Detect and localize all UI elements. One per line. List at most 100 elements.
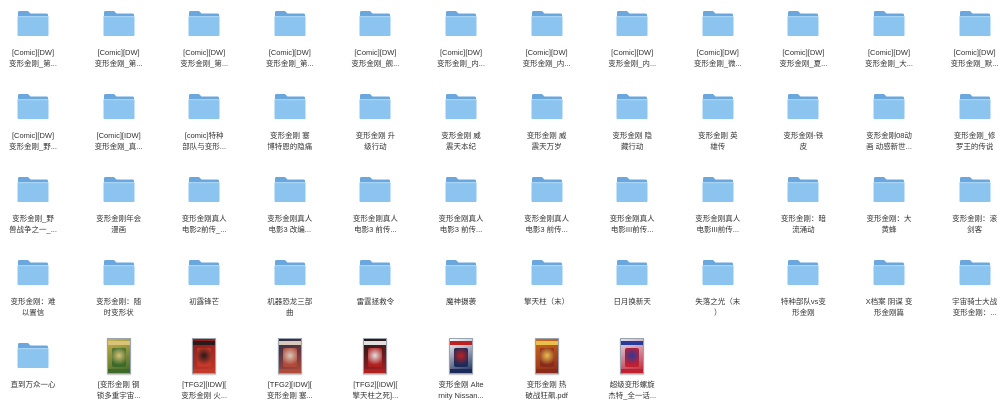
folder-item[interactable]: 变形金刚：难 以置信 — [0, 253, 73, 337]
folder-item[interactable]: [comic]特种 部队与变形... — [164, 87, 244, 171]
pdf-file-item[interactable]: [变形金刚 钢 锁多重宇宙... — [79, 336, 159, 420]
item-label: 直到万众一心 — [10, 380, 56, 389]
folder-item[interactable]: 变形金刚08动 画 动感新世... — [849, 87, 929, 171]
pdf-thumbnail-icon — [358, 338, 392, 374]
folder-item[interactable]: 日月换新天 — [592, 253, 672, 337]
folder-item[interactable]: 机器恐龙三部 曲 — [250, 253, 330, 337]
file-grid: [Comic][DW] 变形金刚_第... [Comic][DW] 变形金刚_第… — [0, 0, 1000, 411]
folder-icon — [958, 255, 992, 291]
folder-item[interactable]: 变形金刚：滚 剑客 — [935, 170, 1000, 254]
item-label: 变形金刚真人 电影III前传... — [609, 214, 655, 234]
folder-item[interactable]: [Comic][DW] 变形金刚_夏... — [763, 4, 843, 88]
folder-item[interactable]: [Comic][DW] 变形金刚_微... — [678, 4, 758, 88]
folder-item[interactable]: 变形金刚真人 电影III前传... — [592, 170, 672, 254]
folder-icon — [872, 172, 906, 208]
item-label: [Comic][DW] 变形金刚_第... — [180, 48, 229, 68]
pdf-file-item[interactable]: [TFG2][IDW][ 变形金刚 塞... — [250, 336, 330, 420]
item-label: [Comic][DW] 变形金刚_默... — [950, 48, 999, 68]
folder-item[interactable]: [Comic][DW] 变形金刚_舰... — [335, 4, 415, 88]
folder-item[interactable]: 变形金刚：大 黄蜂 — [849, 170, 929, 254]
folder-item[interactable]: [Comic][DW] 变形金刚_默... — [935, 4, 1000, 88]
folder-item[interactable]: 变形金刚真人 电影3 前传... — [335, 170, 415, 254]
folder-item[interactable]: 变形金刚 升 级行动 — [335, 87, 415, 171]
folder-item[interactable]: [Comic][DW] 变形金刚_第... — [79, 4, 159, 88]
folder-icon — [187, 89, 221, 125]
folder-item[interactable]: 变形金刚：暗 流涌动 — [763, 170, 843, 254]
folder-item[interactable]: 变形金刚 塞 博特恩的隐痛 — [250, 87, 330, 171]
pdf-file-item[interactable]: [TFG2][IDW][ 变形金刚 火... — [164, 336, 244, 420]
folder-item[interactable]: 雷霆拯救令 — [335, 253, 415, 337]
item-label: 初露锋芒 — [189, 297, 220, 306]
folder-item[interactable]: [Comic][DW] 变形金刚_内... — [507, 4, 587, 88]
item-label: 变形金刚_野 兽战争之一_... — [9, 214, 57, 234]
folder-item[interactable]: X档案 阴谋 变 形金刚篇 — [849, 253, 929, 337]
item-label: 变形金刚真人 电影2前传_... — [181, 214, 227, 234]
item-label: 变形金刚：暗 流涌动 — [780, 214, 826, 234]
folder-item[interactable]: 魔神摄袭 — [421, 253, 501, 337]
folder-item[interactable]: 变形金刚-铁 皮 — [763, 87, 843, 171]
folder-item[interactable]: 变形金刚真人 电影3 前传... — [421, 170, 501, 254]
folder-item[interactable]: 变形金刚真人 电影3 前传... — [507, 170, 587, 254]
folder-item[interactable]: 初露锋芒 — [164, 253, 244, 337]
item-label: 特种部队vs变 形金刚 — [780, 297, 826, 317]
folder-icon — [786, 255, 820, 291]
folder-icon — [872, 89, 906, 125]
item-label: 变形金刚_修 罗王的传说 — [953, 131, 996, 151]
item-label: 变形金刚：难 以置信 — [10, 297, 56, 317]
folder-item[interactable]: 宇宙骑士大战 变形金刚：... — [935, 253, 1000, 337]
folder-icon — [958, 6, 992, 42]
folder-item[interactable]: 变形金刚：随 时变形状 — [79, 253, 159, 337]
folder-icon — [872, 255, 906, 291]
folder-icon — [444, 89, 478, 125]
folder-item[interactable]: [Comic][DW] 变形金刚_第... — [250, 4, 330, 88]
folder-icon — [273, 172, 307, 208]
folder-icon — [102, 255, 136, 291]
item-label: [Comic][DW] 变形金刚_内... — [437, 48, 485, 68]
folder-item[interactable]: 特种部队vs变 形金刚 — [763, 253, 843, 337]
item-label: 变形金刚08动 画 动感新世... — [866, 131, 912, 151]
pdf-file-item[interactable]: 变形金刚 Alte rnity Nissan... — [421, 336, 501, 420]
folder-icon — [273, 6, 307, 42]
folder-item[interactable]: 变形金刚_修 罗王的传说 — [935, 87, 1000, 171]
folder-item[interactable]: 变形金刚 英 雄传 — [678, 87, 758, 171]
folder-icon — [358, 89, 392, 125]
folder-item[interactable]: 变形金刚 隐 藏行动 — [592, 87, 672, 171]
folder-icon — [102, 172, 136, 208]
folder-item[interactable]: 变形金刚 威 震天万岁 — [507, 87, 587, 171]
folder-item[interactable]: [Comic][DW] 变形金刚_大... — [849, 4, 929, 88]
folder-item[interactable]: [Comic][DW] 变形金刚_内... — [592, 4, 672, 88]
folder-item[interactable]: 变形金刚真人 电影III前传... — [678, 170, 758, 254]
pdf-file-item[interactable]: 变形金刚 热 破战狂飙.pdf — [507, 336, 587, 420]
item-label: [Comic][DW] 变形金刚_野... — [9, 131, 57, 151]
folder-item[interactable]: [Comic][DW] 变形金刚_野... — [0, 87, 73, 171]
folder-item[interactable]: 擎天柱（末） — [507, 253, 587, 337]
item-label: 超级变形螺旋 杰特_全一话... — [608, 380, 657, 400]
folder-item[interactable]: 直到万众一心 — [0, 336, 73, 420]
folder-item[interactable]: 失落之光（末 ） — [678, 253, 758, 337]
folder-item[interactable]: [Comic][IDW] 变形金刚_真... — [79, 87, 159, 171]
item-label: [TFG2][IDW][ 擎天柱之死]... — [352, 380, 399, 400]
folder-icon — [701, 6, 735, 42]
folder-item[interactable]: 变形金刚 威 震天本纪 — [421, 87, 501, 171]
item-label: 变形金刚：随 时变形状 — [96, 297, 142, 317]
pdf-thumbnail-icon — [187, 338, 221, 374]
item-label: 变形金刚真人 电影3 改编... — [267, 214, 313, 234]
item-label: [Comic][DW] 变形金刚_大... — [865, 48, 913, 68]
folder-icon — [530, 6, 564, 42]
pdf-file-item[interactable]: [TFG2][IDW][ 擎天柱之死]... — [335, 336, 415, 420]
item-label: 变形金刚真人 电影3 前传... — [352, 214, 398, 234]
item-label: 变形金刚：大 黄蜂 — [866, 214, 912, 234]
folder-item[interactable]: 变形金刚年会 漫画 — [79, 170, 159, 254]
item-label: [Comic][DW] 变形金刚_第... — [94, 48, 143, 68]
folder-icon — [701, 89, 735, 125]
folder-item[interactable]: 变形金刚真人 电影2前传_... — [164, 170, 244, 254]
folder-icon — [872, 6, 906, 42]
folder-item[interactable]: [Comic][DW] 变形金刚_内... — [421, 4, 501, 88]
pdf-file-item[interactable]: 超级变形螺旋 杰特_全一话... — [592, 336, 672, 420]
folder-item[interactable]: [Comic][DW] 变形金刚_第... — [164, 4, 244, 88]
folder-item[interactable]: [Comic][DW] 变形金刚_第... — [0, 4, 73, 88]
folder-icon — [187, 255, 221, 291]
pdf-thumbnail-icon — [273, 338, 307, 374]
folder-item[interactable]: 变形金刚真人 电影3 改编... — [250, 170, 330, 254]
folder-item[interactable]: 变形金刚_野 兽战争之一_... — [0, 170, 73, 254]
